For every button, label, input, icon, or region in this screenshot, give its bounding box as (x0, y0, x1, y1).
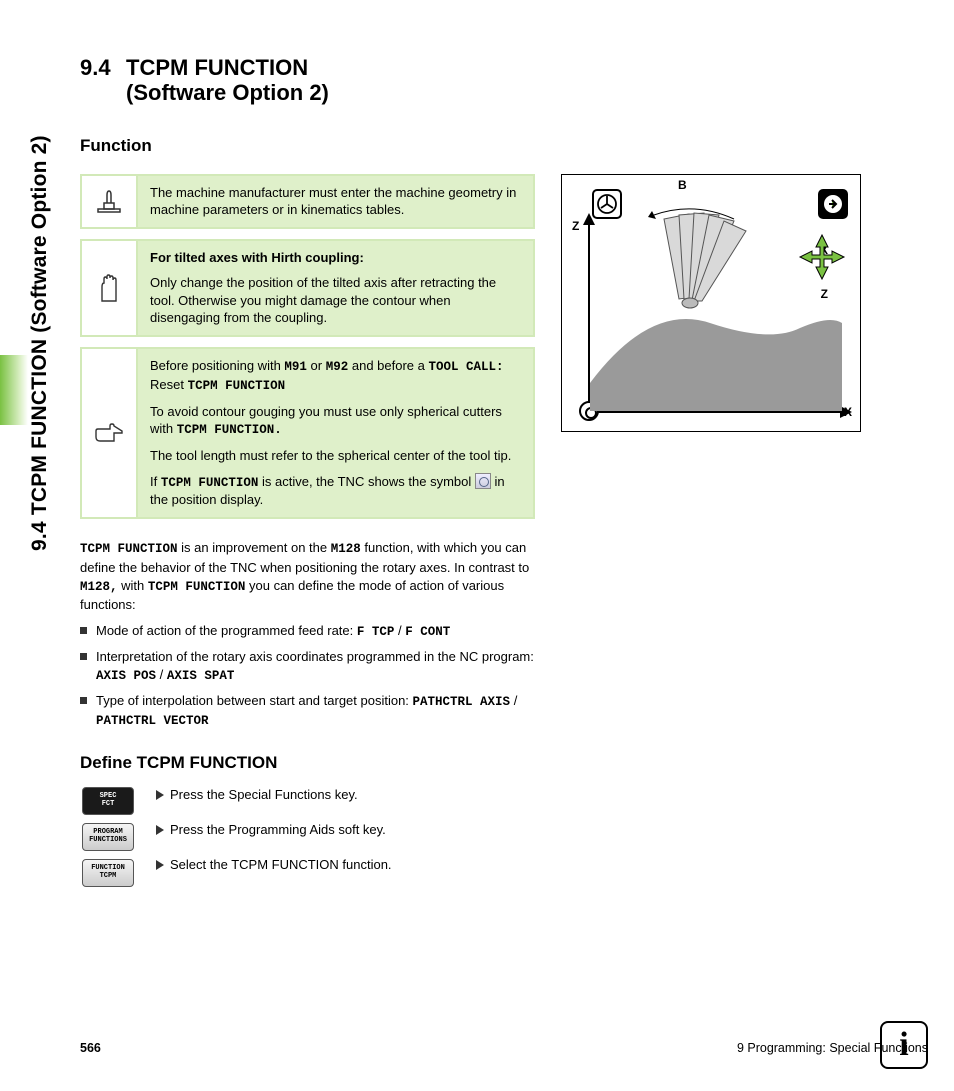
fig-label-z: Z (572, 219, 579, 233)
fig-label-b: B (678, 178, 687, 192)
figure-tcpm: B Z X X Z (561, 174, 861, 432)
bullet-item: Interpretation of the rotary axis coordi… (80, 648, 535, 686)
note-pos-p4: If TCPM FUNCTION is active, the TNC show… (150, 473, 521, 509)
note-positioning: Before positioning with M91 or M92 and b… (80, 347, 535, 519)
note-hirth-body: Only change the position of the tilted a… (150, 274, 521, 327)
move-arrows-icon (798, 233, 846, 281)
note-pos-p2: To avoid contour gouging you must use on… (150, 403, 521, 439)
tilted-tool-icon (634, 199, 764, 319)
step-item: Press the Special Functions key. (156, 787, 920, 802)
spec-fct-key: SPECFCT (82, 787, 134, 815)
step-item: Press the Programming Aids soft key. (156, 822, 920, 837)
heading-number: 9.4 (80, 55, 116, 81)
bullet-item: Type of interpolation between start and … (80, 692, 535, 731)
body-paragraph: TCPM FUNCTION is an improvement on the M… (80, 539, 535, 614)
step-item: Select the TCPM FUNCTION function. (156, 857, 920, 872)
function-tcpm-softkey: FUNCTIONTCPM (82, 859, 134, 887)
note-pos-p1: Before positioning with M91 or M92 and b… (150, 357, 521, 395)
note-hirth-title: For tilted axes with Hirth coupling: (150, 250, 364, 265)
caution-hand-icon (92, 271, 126, 305)
note-pos-p3: The tool length must refer to the spheri… (150, 447, 521, 465)
heading-title-line1: TCPM FUNCTION (126, 55, 308, 80)
program-functions-softkey: PROGRAMFUNCTIONS (82, 823, 134, 851)
stamp-icon (92, 184, 126, 218)
note-text: The machine manufacturer must enter the … (150, 184, 521, 219)
subheading-define: Define TCPM FUNCTION (80, 753, 920, 773)
bullet-item: Mode of action of the programmed feed ra… (80, 622, 535, 642)
side-accent (0, 355, 28, 425)
side-tab-title: 9.4 TCPM FUNCTION (Software Option 2) (25, 55, 55, 555)
note-manufacturer: The machine manufacturer must enter the … (80, 174, 535, 229)
pointing-hand-icon (92, 416, 126, 450)
heading-title-line2: (Software Option 2) (126, 80, 329, 105)
subheading-function: Function (80, 136, 920, 156)
main-heading: 9.4 TCPM FUNCTION (Software Option 2) (80, 55, 920, 106)
rotary-axis-icon (592, 189, 622, 219)
info-icon: i (880, 1021, 928, 1069)
page-number: 566 (80, 1041, 101, 1055)
bullet-list: Mode of action of the programmed feed ra… (80, 622, 535, 730)
note-hirth: For tilted axes with Hirth coupling: Onl… (80, 239, 535, 337)
tcpm-symbol-icon (475, 473, 491, 489)
enter-icon (818, 189, 848, 219)
